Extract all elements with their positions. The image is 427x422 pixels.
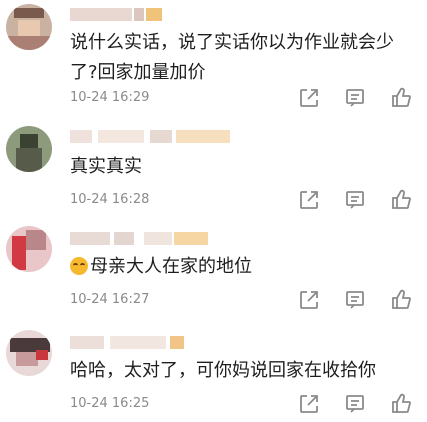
laughing-tears-emoji-icon xyxy=(70,257,88,275)
comment-text: 说什么实话，说了实话你以为作业就会少了?回家加量加价 xyxy=(70,32,394,83)
like-icon[interactable] xyxy=(389,392,413,416)
reply-comment-icon[interactable] xyxy=(343,288,367,312)
reply-comment-icon[interactable] xyxy=(343,86,367,110)
share-icon[interactable] xyxy=(297,188,321,212)
comment-time: 10-24 16:28 xyxy=(70,192,150,207)
like-icon[interactable] xyxy=(389,188,413,212)
comment-item: 哈哈，太对了，可你妈说回家在收拾你 10-24 16:25 xyxy=(0,320,427,422)
avatar[interactable] xyxy=(6,4,52,50)
comment-item: 母亲大人在家的地位 10-24 16:27 xyxy=(0,218,427,318)
comment-text: 哈哈，太对了，可你妈说回家在收拾你 xyxy=(70,360,376,381)
share-icon[interactable] xyxy=(297,288,321,312)
reply-comment-icon[interactable] xyxy=(343,392,367,416)
comment-item: 说什么实话，说了实话你以为作业就会少了?回家加量加价 10-24 16:29 xyxy=(0,0,427,110)
username-blurred[interactable] xyxy=(70,336,230,350)
username-blurred[interactable] xyxy=(70,232,230,246)
username-blurred[interactable] xyxy=(70,8,230,22)
avatar[interactable] xyxy=(6,126,52,172)
comment-time: 10-24 16:27 xyxy=(70,292,150,307)
share-icon[interactable] xyxy=(297,392,321,416)
avatar[interactable] xyxy=(6,330,52,376)
comment-text: 母亲大人在家的地位 xyxy=(70,252,410,282)
like-icon[interactable] xyxy=(389,86,413,110)
comment-time: 10-24 16:25 xyxy=(70,396,150,411)
share-icon[interactable] xyxy=(297,86,321,110)
reply-comment-icon[interactable] xyxy=(343,188,367,212)
avatar[interactable] xyxy=(6,226,52,272)
comment-text-content: 母亲大人在家的地位 xyxy=(90,256,252,277)
comment-item: 真实真实 10-24 16:28 xyxy=(0,118,427,216)
username-blurred[interactable] xyxy=(70,130,230,144)
like-icon[interactable] xyxy=(389,288,413,312)
comment-text: 真实真实 xyxy=(70,156,142,177)
comment-time: 10-24 16:29 xyxy=(70,90,150,105)
